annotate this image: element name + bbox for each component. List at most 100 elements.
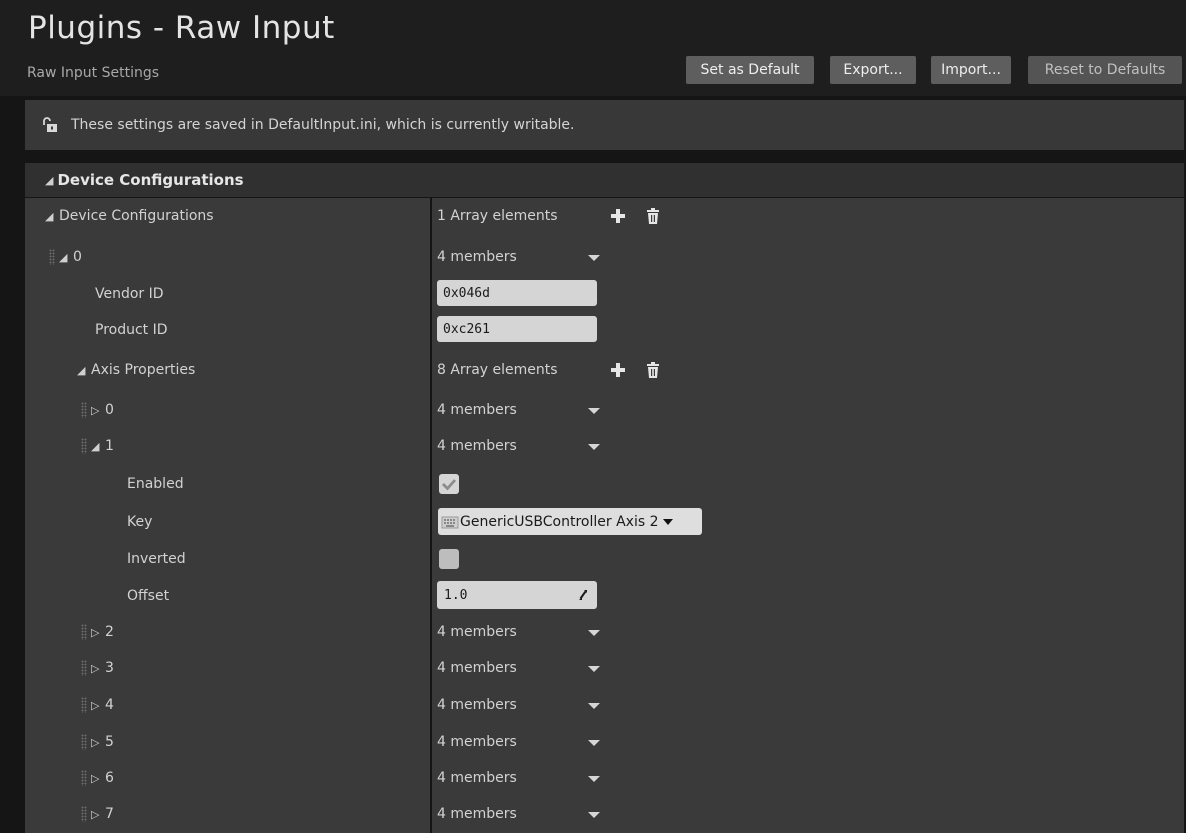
category-title: Device Configurations (57, 171, 244, 189)
product-id-label: Product ID (95, 322, 168, 338)
page-subtitle: Raw Input Settings (27, 65, 160, 81)
property-row-enabled: Enabled (25, 466, 1184, 502)
element-expander[interactable]: ▷ 5 (91, 724, 114, 760)
chevron-down-icon[interactable] (588, 666, 600, 672)
array-element-row: ▷ 7 4 members (25, 796, 1184, 832)
reset-to-defaults-button[interactable]: Reset to Defaults (1028, 56, 1182, 84)
unlock-icon (43, 117, 57, 132)
property-row-offset: Offset 1.0 (25, 578, 1184, 614)
drag-handle[interactable] (49, 249, 55, 265)
chevron-down-icon[interactable] (588, 740, 600, 746)
drag-handle[interactable] (81, 697, 87, 713)
array-element-row: ◢ 0 4 members (25, 239, 1184, 275)
set-as-default-button[interactable]: Set as Default (686, 56, 814, 84)
expanded-triangle-icon: ◢ (45, 209, 54, 223)
settings-header: Plugins - Raw Input Raw Input Settings S… (0, 0, 1186, 96)
drag-handle[interactable] (81, 770, 87, 786)
inverted-label: Inverted (127, 551, 186, 567)
enabled-label: Enabled (127, 476, 184, 492)
checkmark-icon (442, 479, 457, 491)
element-expander[interactable]: ▷ 3 (91, 650, 114, 686)
chevron-down-icon[interactable] (588, 255, 600, 261)
property-row-vendor-id: Vendor ID 0x046d (25, 276, 1184, 312)
members-count: 4 members (437, 770, 517, 786)
element-expander[interactable]: ▷ 6 (91, 760, 114, 796)
collapse-triangle-icon: ◢ (45, 173, 54, 187)
members-count: 4 members (437, 249, 517, 265)
reset-arrow-icon[interactable] (577, 589, 589, 601)
axis-properties-expander[interactable]: ◢ Axis Properties (77, 352, 195, 388)
chevron-down-icon[interactable] (588, 408, 600, 414)
element-index: 3 (105, 660, 114, 676)
vendor-id-input[interactable]: 0x046d (437, 280, 597, 306)
export-button[interactable]: Export... (830, 56, 916, 84)
offset-input[interactable]: 1.0 (437, 581, 597, 609)
key-label: Key (127, 514, 153, 530)
drag-handle[interactable] (81, 402, 87, 418)
notice-text: These settings are saved in DefaultInput… (71, 117, 575, 133)
add-element-icon[interactable] (609, 360, 627, 380)
collapsed-triangle-icon: ▷ (91, 735, 100, 749)
collapsed-triangle-icon: ▷ (91, 625, 100, 639)
enabled-checkbox[interactable] (439, 474, 459, 494)
element-expander[interactable]: ◢ 0 (59, 239, 82, 275)
element-index: 4 (105, 697, 114, 713)
add-element-icon[interactable] (609, 206, 627, 226)
drag-handle[interactable] (81, 438, 87, 454)
element-expander[interactable]: ▷ 4 (91, 687, 114, 723)
chevron-down-icon[interactable] (588, 703, 600, 709)
delete-all-icon[interactable] (644, 206, 662, 226)
drag-handle[interactable] (81, 624, 87, 640)
config-file-notice: These settings are saved in DefaultInput… (25, 100, 1184, 150)
device-configurations-expander[interactable]: ◢ Device Configurations (45, 198, 214, 234)
collapsed-triangle-icon: ▷ (91, 698, 100, 712)
drag-handle[interactable] (81, 734, 87, 750)
chevron-down-icon[interactable] (588, 776, 600, 782)
keyboard-icon (441, 516, 459, 528)
element-index: 1 (105, 438, 114, 454)
property-row-key: Key GenericUSBController Axis 2 (25, 504, 1184, 540)
members-count: 4 members (437, 806, 517, 822)
collapsed-triangle-icon: ▷ (91, 661, 100, 675)
collapsed-triangle-icon: ▷ (91, 807, 100, 821)
element-expander[interactable]: ◢ 1 (91, 428, 114, 464)
array-element-row: ▷ 3 4 members (25, 650, 1184, 686)
array-element-row: ▷ 4 4 members (25, 687, 1184, 723)
property-row-device-configurations: ◢ Device Configurations 1 Array elements (25, 198, 1184, 234)
members-count: 4 members (437, 624, 517, 640)
members-count: 4 members (437, 660, 517, 676)
array-element-row: ▷ 2 4 members (25, 614, 1184, 650)
dropdown-arrow-icon (662, 518, 673, 525)
members-count: 4 members (437, 438, 517, 454)
property-row-axis-properties: ◢ Axis Properties 8 Array elements (25, 352, 1184, 388)
members-count: 4 members (437, 734, 517, 750)
inverted-checkbox[interactable] (439, 549, 459, 569)
category-header-device-configurations[interactable]: ◢ Device Configurations (25, 163, 1184, 197)
property-label: Axis Properties (91, 362, 196, 378)
chevron-down-icon[interactable] (588, 630, 600, 636)
element-index: 0 (105, 402, 114, 418)
element-expander[interactable]: ▷ 2 (91, 614, 114, 650)
element-index: 6 (105, 770, 114, 786)
element-index: 5 (105, 734, 114, 750)
element-expander[interactable]: ▷ 0 (91, 392, 114, 428)
chevron-down-icon[interactable] (588, 812, 600, 818)
product-id-input[interactable]: 0xc261 (437, 316, 597, 342)
delete-all-icon[interactable] (644, 360, 662, 380)
drag-handle[interactable] (81, 660, 87, 676)
collapsed-triangle-icon: ▷ (91, 403, 100, 417)
members-count: 4 members (437, 697, 517, 713)
property-row-inverted: Inverted (25, 541, 1184, 577)
expanded-triangle-icon: ◢ (59, 250, 68, 264)
array-element-row: ▷ 6 4 members (25, 760, 1184, 796)
members-count: 4 members (437, 402, 517, 418)
key-selector-combo[interactable]: GenericUSBController Axis 2 (438, 508, 702, 535)
vendor-id-label: Vendor ID (95, 286, 164, 302)
import-button[interactable]: Import... (931, 56, 1011, 84)
array-element-row: ▷ 5 4 members (25, 724, 1184, 760)
page-title: Plugins - Raw Input (28, 10, 335, 46)
chevron-down-icon[interactable] (588, 444, 600, 450)
drag-handle[interactable] (81, 806, 87, 822)
element-expander[interactable]: ▷ 7 (91, 796, 114, 832)
offset-label: Offset (127, 588, 170, 604)
